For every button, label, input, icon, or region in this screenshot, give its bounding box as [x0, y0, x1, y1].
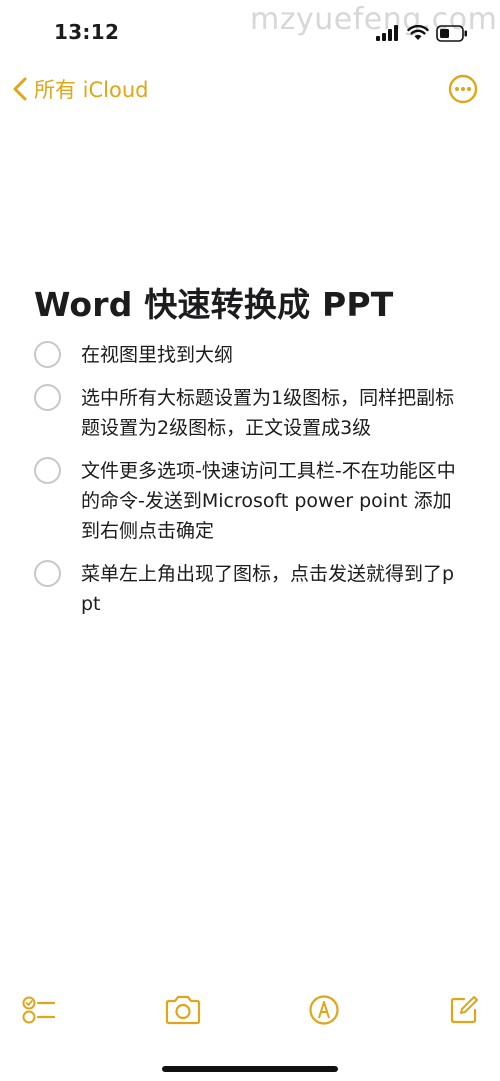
- checklist-item-text[interactable]: 选中所有大标题设置为1级图标，同样把副标题设置为2级图标，正文设置成3级: [81, 383, 461, 443]
- checklist-item: 在视图里找到大纲: [34, 340, 474, 370]
- bottom-toolbar: [0, 988, 500, 1038]
- checklist-button[interactable]: [22, 994, 56, 1030]
- note-title[interactable]: Word 快速转换成 PPT: [34, 278, 474, 326]
- checkbox-circle[interactable]: [34, 341, 61, 368]
- checkbox-circle[interactable]: [34, 384, 61, 411]
- status-bar: 13:12 mzyuefeng.com: [0, 0, 500, 66]
- checkbox-circle[interactable]: [34, 560, 61, 587]
- chevron-left-icon: [13, 77, 27, 101]
- more-options-icon: [448, 74, 478, 104]
- checklist-item-text[interactable]: 菜单左上角出现了图标，点击发送就得到了ppt: [81, 559, 461, 619]
- checklist-item-text[interactable]: 在视图里找到大纲: [81, 340, 461, 370]
- compose-icon: [450, 996, 478, 1024]
- status-time: 13:12: [54, 20, 120, 44]
- cellular-signal-icon: [376, 25, 398, 41]
- checklist-item: 选中所有大标题设置为1级图标，同样把副标题设置为2级图标，正文设置成3级: [34, 383, 474, 443]
- more-options-button[interactable]: [448, 74, 478, 108]
- camera-icon: [165, 995, 201, 1025]
- note-content: Word 快速转换成 PPT 在视图里找到大纲 选中所有大标题设置为1级图标，同…: [34, 278, 474, 632]
- back-label: 所有 iCloud: [34, 78, 149, 102]
- battery-icon: [436, 24, 467, 42]
- back-button[interactable]: 所有 iCloud: [12, 74, 149, 104]
- checkbox-circle[interactable]: [34, 457, 61, 484]
- checklist-item: 菜单左上角出现了图标，点击发送就得到了ppt: [34, 559, 474, 619]
- checklist-item: 文件更多选项-快速访问工具栏-不在功能区中的命令-发送到Microsoft po…: [34, 456, 474, 546]
- checklist-item-text[interactable]: 文件更多选项-快速访问工具栏-不在功能区中的命令-发送到Microsoft po…: [81, 456, 461, 546]
- checklist-icon: [22, 996, 56, 1024]
- home-indicator[interactable]: [162, 1066, 338, 1072]
- wifi-icon: [407, 25, 429, 40]
- markup-icon: [309, 995, 339, 1025]
- system-icons: [376, 24, 468, 42]
- compose-button[interactable]: [448, 994, 480, 1030]
- markup-button[interactable]: [308, 994, 340, 1030]
- navigation-bar: 所有 iCloud: [0, 66, 500, 116]
- camera-button[interactable]: [164, 994, 202, 1030]
